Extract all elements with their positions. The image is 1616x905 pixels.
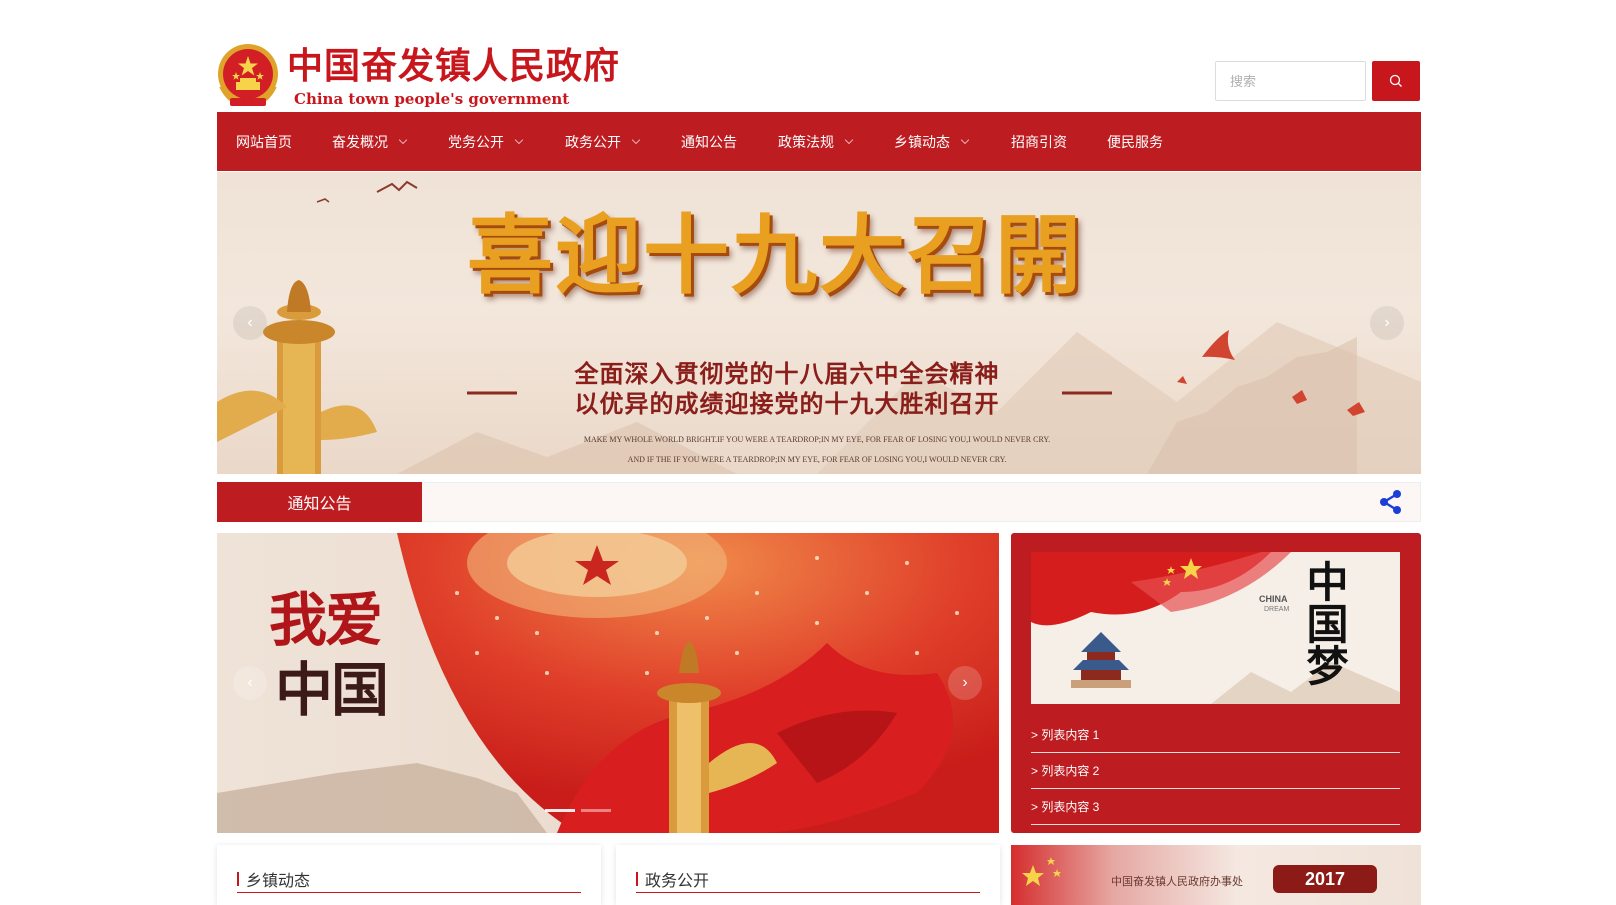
card-title[interactable]: 乡镇动态 [237,865,581,893]
banner-prev-button[interactable]: ‹ [233,306,267,340]
national-emblem-logo [216,42,280,110]
nav-item-home[interactable]: 网站首页 [236,112,292,171]
main-carousel-image: 我爱 中国 ‹ › [217,533,999,833]
list-item[interactable]: > 列表内容 2 [1031,753,1400,789]
chevron-down-icon [960,135,970,144]
banner-headline: 喜迎十九大召開 [467,205,1083,306]
china-dream-image[interactable]: CHINA DREAM 中国梦 [1031,552,1400,704]
nav-item-party-affairs[interactable]: 党务公开 [448,112,524,171]
banner-line-2: 以优异的成绩迎接党的十九大胜利召开 [574,389,1000,418]
chevron-down-icon [844,135,854,144]
site-title: 中国奋发镇人民政府 [287,45,621,87]
card-title[interactable]: 政务公开 [636,865,980,893]
nav-item-services[interactable]: 便民服务 [1107,112,1163,171]
list-item[interactable]: > 列表内容 1 [1031,717,1400,753]
banner-english-2: AND IF THE IF YOU WERE A TEARDROP;IN MY … [627,455,1007,464]
banner-next-button[interactable]: › [1370,306,1404,340]
main-next-button[interactable]: › [948,666,982,700]
chevron-down-icon [514,135,524,144]
list-item[interactable]: > 列表内容 3 [1031,789,1400,825]
calligraphy-line-2: 中国 [275,656,389,724]
chevron-right-icon: › [1384,314,1390,331]
hero-banner: 喜迎十九大召開 全面深入贯彻党的十八届六中全会精神 以优异的成绩迎接党的十九大胜… [217,172,1421,474]
chevron-left-icon: ‹ [247,314,253,331]
main-prev-button[interactable]: ‹ [233,666,267,700]
chevron-left-icon: ‹ [247,674,253,691]
banner-english-1: MAKE MY WHOLE WORLD BRIGHT.IF YOU WERE A… [583,435,1051,444]
main-nav: 网站首页 奋发概况 党务公开 政务公开 通知公告 政策法规 乡镇动态 招商引资 … [217,112,1421,171]
bottom-banner-text: 中国奋发镇人民政府办事处 [1111,876,1243,888]
chevron-down-icon [398,135,408,144]
card-government-affairs: 政务公开 [616,845,1000,905]
nav-item-overview[interactable]: 奋发概况 [332,112,408,171]
nav-item-policies[interactable]: 政策法规 [778,112,854,171]
chevron-right-icon: › [962,674,968,691]
search-input[interactable] [1215,61,1366,101]
calligraphy-line-1: 我爱 [269,586,383,654]
china-dream-en-1: CHINA [1259,594,1288,604]
china-dream-text: 中国梦 [1300,560,1349,686]
nav-item-town-news[interactable]: 乡镇动态 [894,112,970,171]
card-town-news: 乡镇动态 [217,845,601,905]
search-button[interactable] [1372,61,1420,101]
nav-item-notices[interactable]: 通知公告 [681,112,737,171]
bottom-banner-year: 2017 [1304,868,1346,889]
share-icon[interactable] [1378,489,1404,515]
notice-label[interactable]: 通知公告 [217,482,422,522]
search-icon [1389,74,1402,87]
banner-line-1: 全面深入贯彻党的十八届六中全会精神 [574,359,1000,388]
chevron-down-icon [631,135,641,144]
bottom-banner[interactable]: 中国奋发镇人民政府办事处 2017 [1011,845,1421,905]
nav-item-government-affairs[interactable]: 政务公开 [565,112,641,171]
site-subtitle: China town people's government [294,90,570,108]
title-bar-icon [636,871,638,886]
nav-item-investment[interactable]: 招商引资 [1011,112,1067,171]
title-bar-icon [237,871,239,886]
